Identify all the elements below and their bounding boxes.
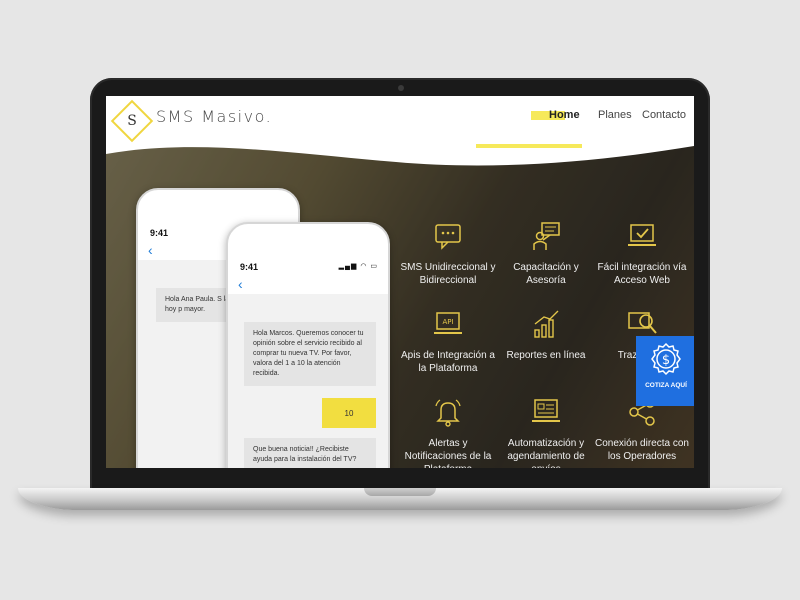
site-header: S SMS Masivo. Home Planes Contacto — [106, 96, 694, 146]
phone-status-icons: ▂▄▆ ◠ ▭ — [338, 263, 378, 270]
feature-automatizacion[interactable]: Automatización y agendamiento de envíos — [498, 396, 594, 468]
feature-integracion[interactable]: Fácil integración vía Acceso Web — [594, 220, 690, 287]
feature-label: Conexión directa con los Operadores — [595, 438, 689, 462]
phone-mockup-front: 9:41 ▂▄▆ ◠ ▭ ‹ Hola Marcos. Queremos con… — [226, 222, 390, 468]
nav-contacto[interactable]: Contacto — [642, 109, 686, 121]
chat-reply: 10 — [322, 398, 376, 428]
chat-bubble-icon — [435, 224, 461, 250]
webcam — [398, 85, 404, 91]
nav-home[interactable]: Home — [549, 109, 580, 121]
laptop-check-icon — [628, 224, 656, 246]
cotiza-button[interactable]: $ COTIZA AQUÍ — [636, 336, 694, 406]
nav-underline — [476, 144, 582, 148]
chat-message-2: Que buena noticia!! ¿Recibiste ayuda par… — [244, 438, 376, 468]
feature-label: Alertas y Notificaciones de la Plataform… — [404, 438, 492, 468]
bar-chart-icon — [534, 310, 559, 338]
nav-planes[interactable]: Planes — [598, 109, 632, 121]
laptop-screen: S SMS Masivo. Home Planes Contacto 9:41 … — [106, 96, 694, 468]
automation-icon — [532, 399, 560, 422]
chat-area: Hola Marcos. Queremos conocer tu opinión… — [228, 294, 388, 468]
chat-message-1: Hola Marcos. Queremos conocer tu opinión… — [244, 322, 376, 386]
training-icon — [533, 222, 560, 250]
feature-apis[interactable]: API Apis de Integración a la Plataforma — [400, 308, 496, 375]
feature-label: Capacitación y Asesoría — [513, 262, 579, 286]
phone-time: 9:41 — [240, 262, 259, 272]
feature-label: Fácil integración vía Acceso Web — [597, 262, 687, 286]
laptop-notch — [364, 488, 436, 496]
feature-label: Reportes en línea — [506, 350, 586, 361]
bell-icon — [435, 399, 461, 427]
svg-text:API: API — [442, 318, 453, 326]
feature-reportes[interactable]: Reportes en línea — [498, 308, 594, 362]
dollar-badge-icon: $ — [651, 342, 681, 376]
laptop-base — [18, 488, 782, 510]
feature-label: SMS Unidireccional y Bidireccional — [400, 262, 496, 286]
laptop-frame: S SMS Masivo. Home Planes Contacto 9:41 … — [90, 78, 710, 498]
logo-letter[interactable]: S — [117, 106, 147, 136]
cotiza-label: COTIZA AQUÍ — [645, 382, 687, 389]
phone-time: 9:41 — [150, 228, 169, 238]
feature-sms[interactable]: SMS Unidireccional y Bidireccional — [400, 220, 496, 287]
api-laptop-icon: API — [434, 312, 462, 334]
feature-capacitacion[interactable]: Capacitación y Asesoría — [498, 220, 594, 287]
feature-label: Apis de Integración a la Plataforma — [401, 350, 495, 374]
feature-label: Automatización y agendamiento de envíos — [507, 438, 585, 468]
brand-name[interactable]: SMS Masivo. — [156, 107, 272, 126]
back-chevron-icon: ‹ — [238, 276, 243, 292]
svg-text:$: $ — [662, 353, 670, 368]
feature-alertas[interactable]: Alertas y Notificaciones de la Plataform… — [400, 396, 496, 468]
back-chevron-icon: ‹ — [148, 242, 153, 258]
feature-conexion[interactable]: Conexión directa con los Operadores — [594, 396, 690, 463]
